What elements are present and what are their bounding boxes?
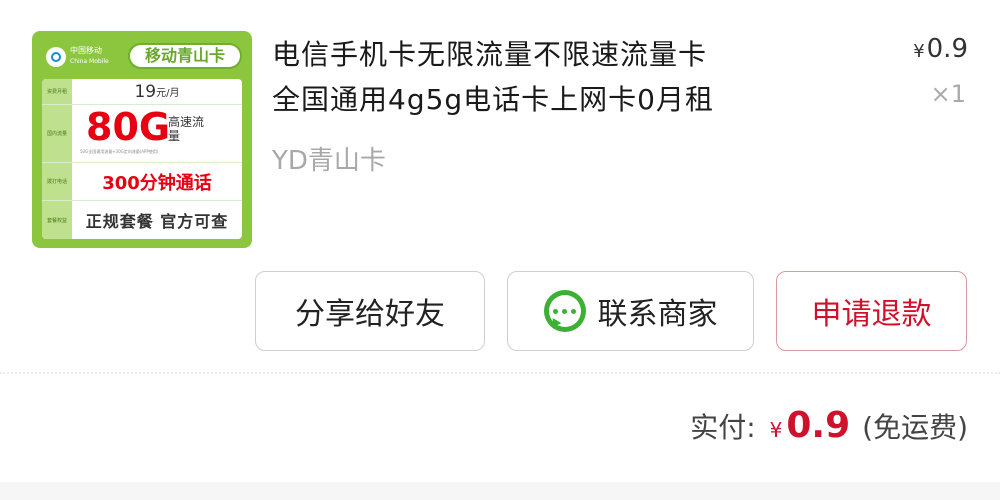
refund-button-label: 申请退款 bbox=[811, 297, 932, 332]
request-refund-button[interactable]: 申请退款 bbox=[776, 271, 967, 351]
product-title[interactable]: 电信手机卡无限流量不限速流量卡 全国通用4g5g电话卡上网卡0月租 bbox=[272, 32, 852, 122]
monthly-price-unit: 元/月 bbox=[156, 88, 180, 99]
share-to-friend-button[interactable]: 分享给好友 bbox=[255, 271, 485, 351]
thumb-row-label: 国内流量 bbox=[42, 105, 72, 162]
bottom-band bbox=[0, 482, 1000, 500]
thumb-row-price: 资费月租 19 元/月 bbox=[42, 79, 242, 105]
quantity: ×1 bbox=[930, 80, 966, 108]
share-button-label: 分享给好友 bbox=[295, 297, 445, 332]
data-allowance: 80G 高速流量 50G全国通用流量+30G定向流量(APP使用) bbox=[76, 105, 238, 162]
shipping-note: (免运费) bbox=[862, 411, 968, 444]
paid-label: 实付: bbox=[690, 411, 756, 444]
thumb-row-minutes: 拨打电话 300分钟通话 bbox=[42, 163, 242, 201]
currency-symbol: ¥ bbox=[913, 41, 925, 62]
call-minutes: 300分钟通话 bbox=[102, 172, 212, 194]
product-title-line-2: 全国通用4g5g电话卡上网卡0月租 bbox=[272, 83, 714, 116]
chat-bubble-icon bbox=[543, 290, 586, 332]
thumb-row-label: 拨打电话 bbox=[42, 163, 72, 200]
thumbnail-header: 中国移动 China Mobile 移动青山卡 bbox=[42, 41, 242, 73]
thumb-row-label: 资费月租 bbox=[42, 79, 72, 104]
data-fine-print: 50G全国通用流量+30G定向流量(APP使用) bbox=[80, 149, 159, 154]
unit-price: ¥0.9 bbox=[913, 34, 968, 64]
monthly-price-value: 19 bbox=[134, 81, 157, 102]
brand-pill: 移动青山卡 bbox=[128, 43, 242, 69]
carrier-name: 中国移动 China Mobile bbox=[70, 46, 109, 67]
total-currency-symbol: ¥ bbox=[769, 418, 783, 442]
official-plan-note: 正规套餐 官方可查 bbox=[85, 212, 229, 231]
thumbnail-body: 资费月租 19 元/月 国内流量 80G 高速流量 50G全国通用流量+30G定向… bbox=[42, 79, 242, 239]
thumb-row-benefit: 套餐权益 正规套餐 官方可查 bbox=[42, 201, 242, 239]
data-amount: 80G bbox=[86, 105, 171, 149]
product-spec: YD青山卡 bbox=[272, 146, 386, 176]
contact-seller-button[interactable]: 联系商家 bbox=[507, 271, 754, 351]
divider bbox=[0, 372, 1000, 374]
thumb-row-data: 国内流量 80G 高速流量 50G全国通用流量+30G定向流量(APP使用) bbox=[42, 105, 242, 163]
unit-price-value: 0.9 bbox=[926, 34, 968, 64]
order-total: 实付: ¥ 0.9 (免运费) bbox=[690, 405, 968, 446]
contact-button-label: 联系商家 bbox=[597, 297, 718, 332]
carrier-name-en: China Mobile bbox=[70, 58, 109, 65]
thumb-row-label: 套餐权益 bbox=[42, 201, 72, 239]
product-title-line-1: 电信手机卡无限流量不限速流量卡 bbox=[272, 38, 708, 71]
carrier-name-cn: 中国移动 bbox=[70, 46, 102, 55]
product-thumbnail[interactable]: 中国移动 China Mobile 移动青山卡 资费月租 19 元/月 国内流量 … bbox=[32, 31, 252, 248]
paid-amount: 0.9 bbox=[786, 405, 851, 446]
data-speed: 高速流量 bbox=[168, 115, 205, 143]
monthly-price: 19 元/月 bbox=[76, 79, 238, 104]
china-mobile-logo-icon bbox=[46, 47, 66, 67]
